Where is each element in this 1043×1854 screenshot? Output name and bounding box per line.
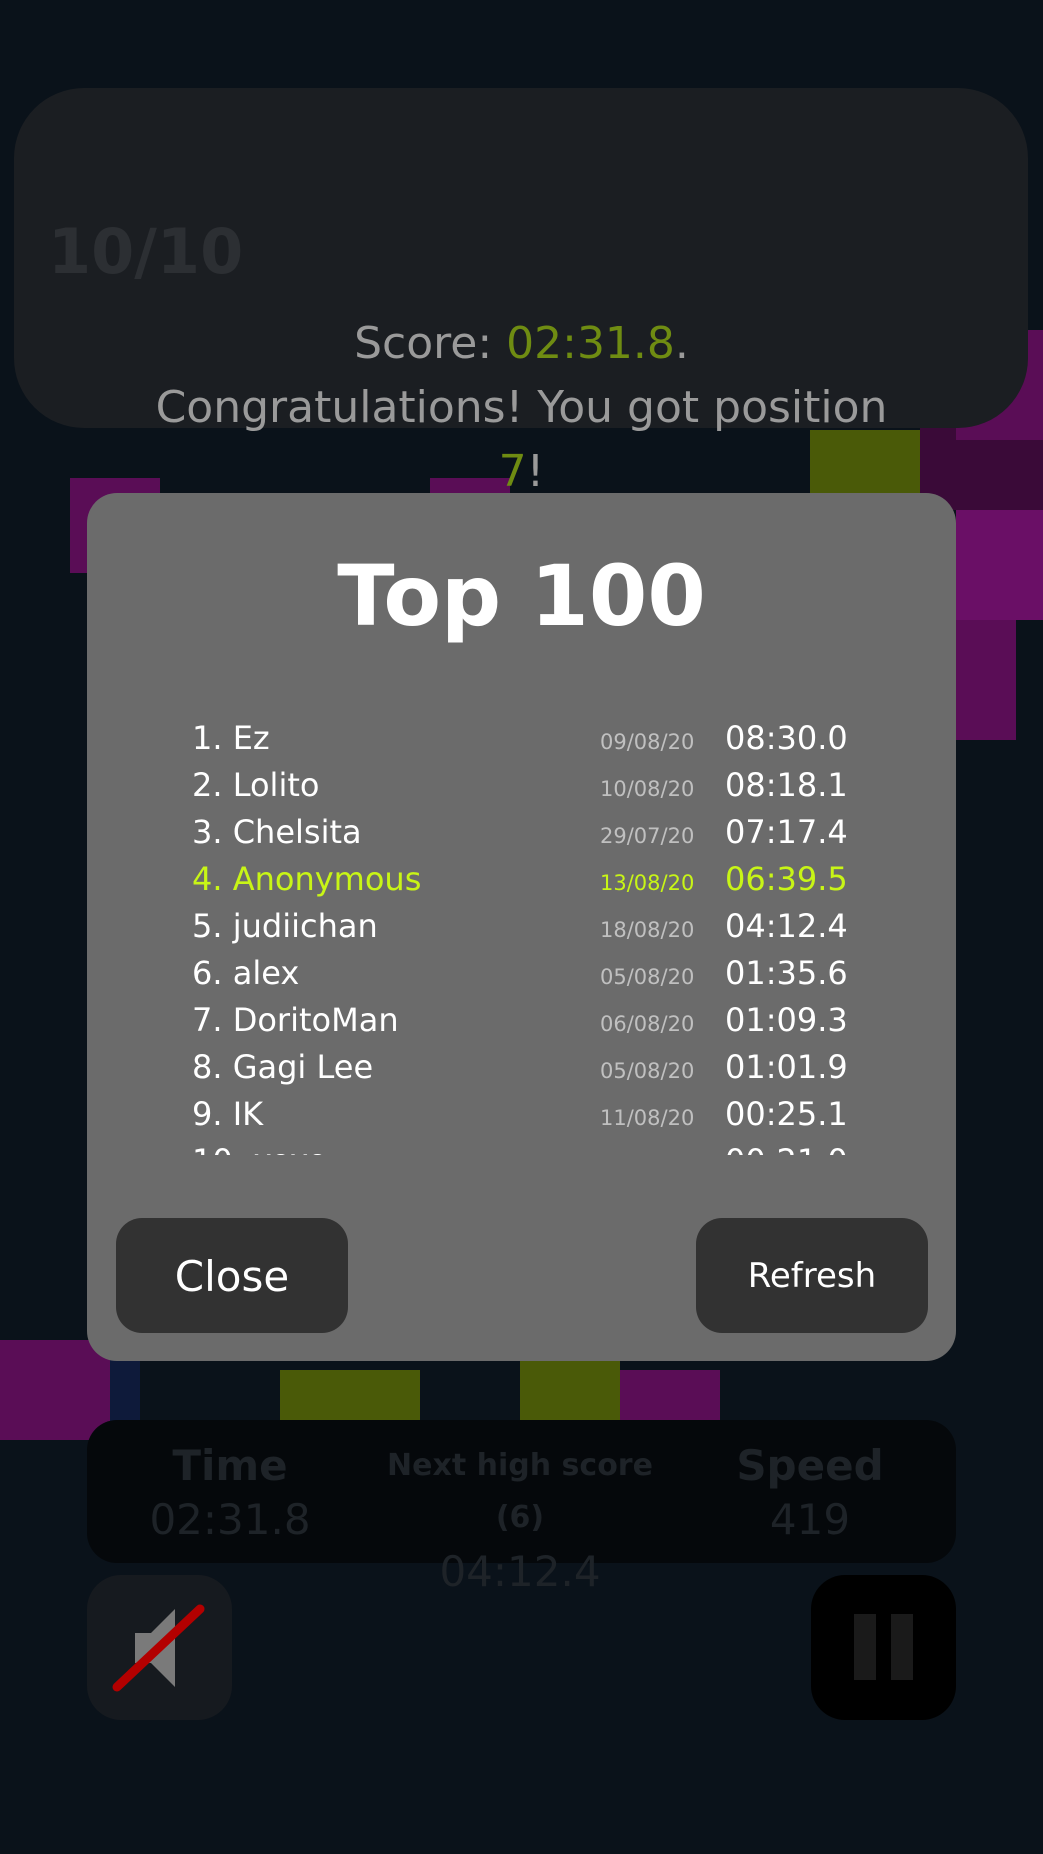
entry-time: 06:39.5 (725, 860, 848, 898)
speed-value: 419 (769, 1495, 851, 1544)
entry-date: 11/08/20 (600, 1106, 695, 1130)
entry-name: 8. Gagi Lee (192, 1048, 374, 1086)
leaderboard-row: 3. Chelsita 29/07/20 07:17.4 (192, 809, 856, 856)
score-prefix: Score: (354, 318, 507, 369)
next-high-score-stat: Next high score (6) 04:12.4 (360, 1440, 680, 1600)
entry-time: 07:17.4 (725, 813, 848, 851)
entry-time: 01:01.9 (725, 1048, 848, 1086)
leaderboard-list[interactable]: 1. Ez 09/08/20 08:30.0 2. Lolito 10/08/2… (192, 715, 856, 1155)
score-message: Score: 02:31.8. Congratulations! You got… (0, 312, 1043, 504)
entry-time: 04:12.4 (725, 907, 848, 945)
entry-name: 7. DoritoMan (192, 1001, 399, 1039)
entry-name: 9. IK (192, 1095, 264, 1133)
entry-date: 06/08/20 (600, 1012, 695, 1036)
time-value: 02:31.8 (149, 1495, 311, 1544)
pause-button[interactable] (811, 1575, 956, 1720)
mute-button[interactable] (87, 1575, 232, 1720)
leaderboard-row: 6. alex 05/08/20 01:35.6 (192, 950, 856, 997)
block (620, 1370, 720, 1420)
entry-date: 13/08/20 (600, 871, 695, 895)
entry-time: 08:18.1 (725, 766, 848, 804)
entry-name: 10. xoxo (192, 1138, 327, 1155)
entry-date: 18/08/20 (600, 918, 695, 942)
leaderboard-row-highlighted: 4. Anonymous 13/08/20 06:39.5 (192, 856, 856, 903)
block (0, 1340, 110, 1440)
time-label: Time (172, 1441, 288, 1490)
time-stat: Time 02:31.8 (130, 1440, 330, 1548)
next-high-score-value: 04:12.4 (439, 1547, 601, 1596)
entry-date: 05/08/20 (600, 965, 695, 989)
entry-name: 5. judiichan (192, 907, 378, 945)
leaderboard-row: 8. Gagi Lee 05/08/20 01:01.9 (192, 1044, 856, 1091)
entry-time: 01:35.6 (725, 954, 848, 992)
pause-icon (854, 1614, 913, 1680)
entry-time: 00:25.1 (725, 1095, 848, 1133)
refresh-button[interactable]: Refresh (696, 1218, 928, 1333)
congrats-text: Congratulations! You got position (155, 382, 888, 433)
entry-time: 08:30.0 (725, 719, 848, 757)
entry-name: 2. Lolito (192, 766, 320, 804)
entry-date: 29/07/20 (600, 824, 695, 848)
modal-title: Top 100 (337, 547, 706, 645)
position-suffix: ! (526, 446, 545, 497)
entry-time: 01:09.3 (725, 1001, 848, 1039)
leaderboard-row: 10. xoxo 00:21.0 (192, 1138, 856, 1155)
score-suffix: . (674, 318, 689, 369)
speed-label: Speed (736, 1441, 884, 1490)
entry-name: 3. Chelsita (192, 813, 362, 851)
leaderboard-row: 7. DoritoMan 06/08/20 01:09.3 (192, 997, 856, 1044)
entry-date: 10/08/20 (600, 777, 695, 801)
block (280, 1370, 420, 1420)
level-counter: 10/10 (48, 215, 244, 288)
entry-time: 00:21.0 (725, 1138, 848, 1155)
leaderboard-row: 9. IK 11/08/20 00:25.1 (192, 1091, 856, 1138)
leaderboard-row: 2. Lolito 10/08/20 08:18.1 (192, 762, 856, 809)
entry-name: 4. Anonymous (192, 860, 422, 898)
entry-name: 6. alex (192, 954, 300, 992)
next-high-score-label: Next high score (6) (387, 1448, 653, 1535)
block (520, 1360, 620, 1420)
entry-date: 05/08/20 (600, 1059, 695, 1083)
leaderboard-row: 5. judiichan 18/08/20 04:12.4 (192, 903, 856, 950)
entry-date: 09/08/20 (600, 730, 695, 754)
leaderboard-row: 1. Ez 09/08/20 08:30.0 (192, 715, 856, 762)
entry-name: 1. Ez (192, 719, 270, 757)
position-value: 7 (498, 446, 527, 497)
score-value: 02:31.8 (506, 318, 675, 369)
speaker-muted-icon (112, 1604, 205, 1692)
close-button[interactable]: Close (116, 1218, 348, 1333)
speed-stat: Speed 419 (720, 1440, 900, 1548)
